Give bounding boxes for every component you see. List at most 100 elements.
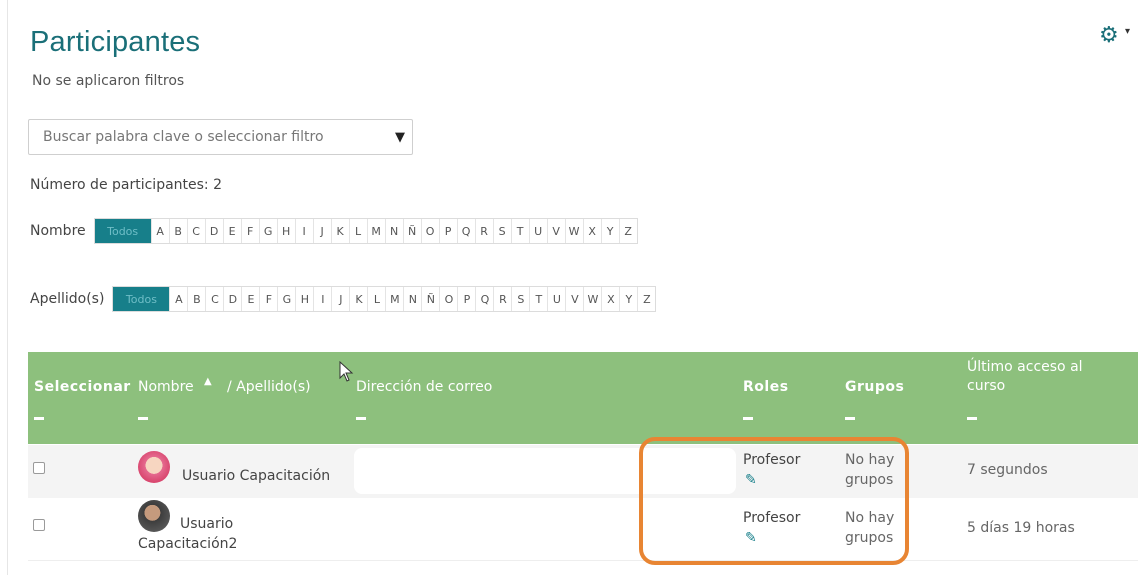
participant-name-link-line1[interactable]: Usuario [180,516,233,532]
firstname-letter-9[interactable]: J [314,219,332,243]
firstname-letter-2[interactable]: C [188,219,206,243]
lastname-letter-24[interactable]: X [602,287,621,311]
lastname-letter-17[interactable]: Q [476,287,495,311]
firstname-initials-filter: Nombre Todos ABCDEFGHIJKLMNÑOPQRSTUVWXYZ [30,218,638,244]
firstname-letter-13[interactable]: N [386,219,404,243]
firstname-letter-6[interactable]: G [260,219,278,243]
lastname-letter-26[interactable]: Z [638,287,655,311]
firstname-letter-14[interactable]: Ñ [404,219,422,243]
lastname-letter-1[interactable]: B [188,287,207,311]
lastname-letter-15[interactable]: O [440,287,459,311]
lastname-column-header[interactable]: / Apellido(s) [227,379,311,395]
lastname-letter-7[interactable]: H [296,287,315,311]
lastname-letter-10[interactable]: K [350,287,369,311]
lastname-letter-4[interactable]: E [242,287,261,311]
roles-column-header[interactable]: Roles [743,379,789,395]
participant-count: Número de participantes: 2 [30,177,223,193]
gear-icon[interactable]: ⚙ [1099,22,1119,48]
roles-collapse-icon[interactable] [743,417,753,420]
firstname-letter-15[interactable]: O [422,219,440,243]
groups-column-header[interactable]: Grupos [845,379,904,395]
select-column-header[interactable]: Seleccionar [34,379,131,395]
lastname-letter-0[interactable]: A [170,287,189,311]
firstname-all-button[interactable]: Todos [94,219,152,243]
lastname-letter-3[interactable]: D [224,287,243,311]
firstname-letter-5[interactable]: F [242,219,260,243]
firstname-letter-17[interactable]: Q [458,219,476,243]
firstname-letter-20[interactable]: T [512,219,530,243]
firstname-letter-10[interactable]: K [332,219,350,243]
last-access-value: 5 días 19 horas [967,520,1075,536]
last-access-value: 7 segundos [967,462,1048,478]
lastname-letter-25[interactable]: Y [620,287,639,311]
firstname-letter-26[interactable]: Z [620,219,637,243]
firstname-letter-24[interactable]: X [584,219,602,243]
lastname-filter-label: Apellido(s) [30,291,105,307]
select-collapse-icon[interactable] [34,417,44,420]
table-row: Usuario Capacitación Profesor ✎ No hay g… [28,445,1138,499]
lastname-all-button[interactable]: Todos [113,287,171,311]
groups-collapse-icon[interactable] [845,417,855,420]
mouse-pointer-icon [339,361,354,382]
firstname-letter-12[interactable]: M [368,219,386,243]
dropdown-arrow-icon[interactable]: ▼ [395,130,405,145]
sort-ascending-icon[interactable]: ▲ [204,376,212,387]
firstname-letter-3[interactable]: D [206,219,224,243]
lastname-letter-21[interactable]: U [548,287,567,311]
avatar[interactable] [138,500,170,532]
lastname-letter-8[interactable]: I [314,287,333,311]
filter-status: No se aplicaron filtros [32,73,185,89]
last-access-collapse-icon[interactable] [967,417,977,420]
lastname-letter-18[interactable]: R [494,287,513,311]
firstname-letter-22[interactable]: V [548,219,566,243]
lastname-initials-filter: Apellido(s) Todos ABCDEFGHIJKLMNÑOPQRSTU… [30,286,657,312]
lastname-letter-20[interactable]: T [530,287,549,311]
participants-table-header: Seleccionar Nombre ▲ / Apellido(s) Direc… [28,352,1138,444]
firstname-letter-25[interactable]: Y [602,219,620,243]
firstname-letter-19[interactable]: S [494,219,512,243]
avatar[interactable] [138,451,170,483]
lastname-letter-bar: Todos ABCDEFGHIJKLMNÑOPQRSTUVWXYZ [112,286,657,312]
firstname-letter-1[interactable]: B [170,219,188,243]
row-select-checkbox[interactable] [33,462,45,474]
firstname-letter-0[interactable]: A [152,219,170,243]
participant-name-link-line2[interactable]: Capacitación2 [138,536,237,552]
firstname-letter-4[interactable]: E [224,219,242,243]
lastname-letter-14[interactable]: Ñ [422,287,441,311]
lastname-letter-23[interactable]: W [584,287,603,311]
lastname-letter-12[interactable]: M [386,287,405,311]
lastname-letter-16[interactable]: P [458,287,477,311]
lastname-letter-2[interactable]: C [206,287,225,311]
lastname-letter-11[interactable]: L [368,287,387,311]
lastname-letter-22[interactable]: V [566,287,585,311]
name-collapse-icon[interactable] [138,417,148,420]
email-column-header[interactable]: Dirección de correo [356,379,492,395]
firstname-letter-11[interactable]: L [350,219,368,243]
page-title: Participantes [30,26,201,58]
last-access-column-header-line2[interactable]: curso [967,378,1005,394]
lastname-letter-6[interactable]: G [278,287,297,311]
table-row: Usuario Capacitación2 Profesor ✎ No hay … [28,498,1138,561]
last-access-column-header-line1[interactable]: Último acceso al [967,359,1083,375]
firstname-filter-label: Nombre [30,223,86,239]
firstname-letter-16[interactable]: P [440,219,458,243]
roles-groups-highlight [639,437,909,565]
row-select-checkbox[interactable] [33,519,45,531]
lastname-letter-19[interactable]: S [512,287,531,311]
firstname-letter-bar: Todos ABCDEFGHIJKLMNÑOPQRSTUVWXYZ [93,218,638,244]
lastname-letter-13[interactable]: N [404,287,423,311]
firstname-letter-7[interactable]: H [278,219,296,243]
name-column-header[interactable]: Nombre [138,379,194,395]
caret-down-icon[interactable]: ▾ [1125,26,1130,37]
firstname-letter-23[interactable]: W [566,219,584,243]
firstname-letter-18[interactable]: R [476,219,494,243]
email-collapse-icon[interactable] [356,417,366,420]
lastname-letter-5[interactable]: F [260,287,279,311]
search-placeholder: Buscar palabra clave o seleccionar filtr… [43,129,324,145]
page-left-border [7,0,8,575]
firstname-letter-8[interactable]: I [296,219,314,243]
lastname-letter-9[interactable]: J [332,287,351,311]
search-filter-select[interactable]: Buscar palabra clave o seleccionar filtr… [28,119,413,155]
firstname-letter-21[interactable]: U [530,219,548,243]
participant-name-link[interactable]: Usuario Capacitación [182,468,330,484]
